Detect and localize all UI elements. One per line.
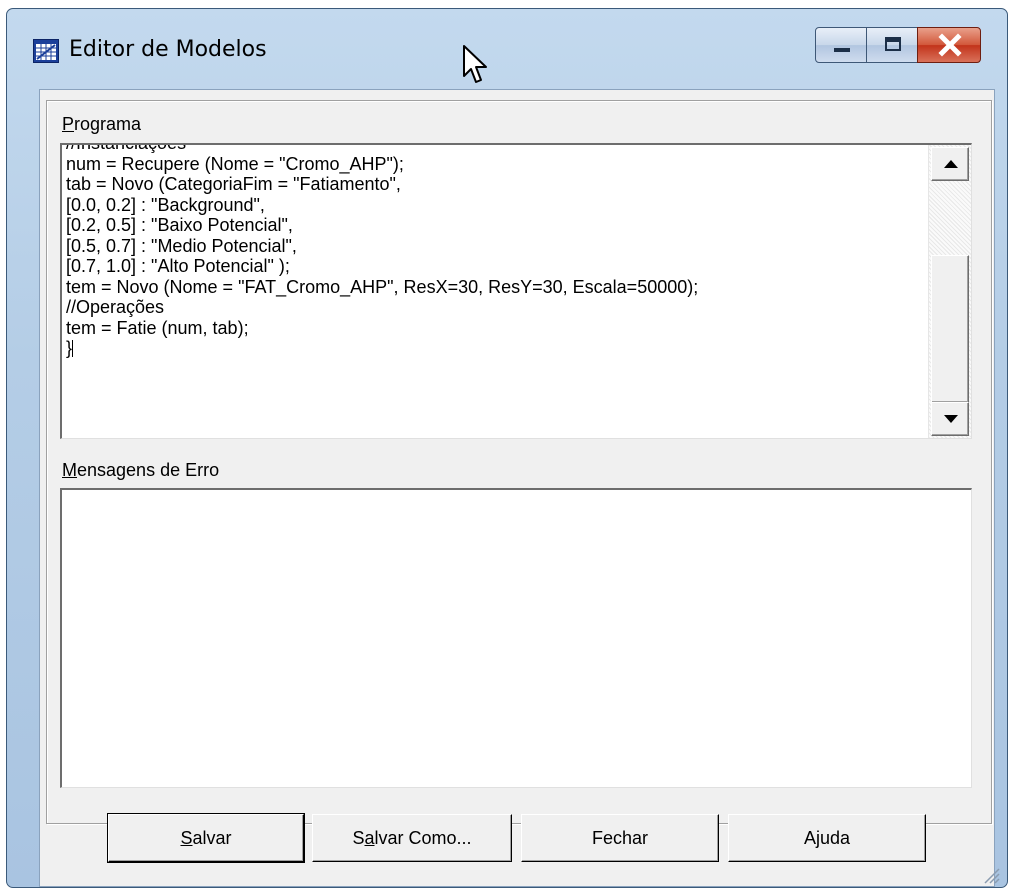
code-line: tem = Fatie (num, tab); (66, 317, 249, 338)
arrow-up-icon (944, 160, 958, 168)
code-line: [0.7, 1.0] : "Alto Potencial" ); (66, 256, 290, 276)
help-button[interactable]: Ajuda (728, 814, 926, 862)
arrow-down-icon (944, 415, 958, 423)
errors-label: Mensagens de Erro (62, 460, 220, 480)
scroll-down-button[interactable] (931, 402, 969, 436)
code-line-last: } (66, 338, 74, 358)
code-line: tem = Novo (Nome = "FAT_Cromo_AHP", ResX… (66, 276, 699, 297)
program-scrollbar[interactable] (928, 145, 971, 438)
minimize-icon (834, 48, 850, 52)
close-icon (938, 33, 962, 57)
mouse-cursor-icon (463, 45, 487, 83)
program-editor[interactable]: //Instanciações num = Recupere (Nome = "… (60, 143, 972, 439)
errors-textbox[interactable] (60, 488, 972, 788)
scroll-up-button[interactable] (931, 147, 969, 181)
code-line: [0.2, 0.5] : "Baixo Potencial", (66, 215, 293, 235)
resize-grip-icon[interactable] (980, 864, 1000, 884)
close-button[interactable] (917, 27, 981, 63)
code-line: //Operações (66, 297, 165, 317)
close-dialog-button[interactable]: Fechar (521, 814, 719, 862)
grid-window-icon (33, 39, 59, 63)
code-line: [0.0, 0.2] : "Background", (66, 194, 265, 215)
code-line: num = Recupere (Nome = "Cromo_AHP"); (66, 153, 404, 174)
maximize-icon (885, 37, 901, 51)
save-button[interactable]: Salvar (107, 813, 305, 863)
program-label: Programa (62, 114, 142, 134)
title-bar[interactable]: Editor de Modelos (7, 9, 1007, 83)
program-code[interactable]: //Instanciações num = Recupere (Nome = "… (62, 143, 927, 359)
code-line: tab = Novo (CategoriaFim = "Fatiamento", (66, 174, 401, 194)
minimize-button[interactable] (815, 27, 867, 63)
scroll-thumb[interactable] (931, 255, 969, 403)
code-line: [0.5, 0.7] : "Medio Potencial", (66, 235, 297, 256)
code-line: //Instanciações (66, 143, 187, 153)
window-title: Editor de Modelos (69, 37, 267, 62)
text-caret (72, 340, 74, 357)
save-as-button[interactable]: Salvar Como... (312, 814, 512, 862)
maximize-button[interactable] (866, 27, 918, 63)
